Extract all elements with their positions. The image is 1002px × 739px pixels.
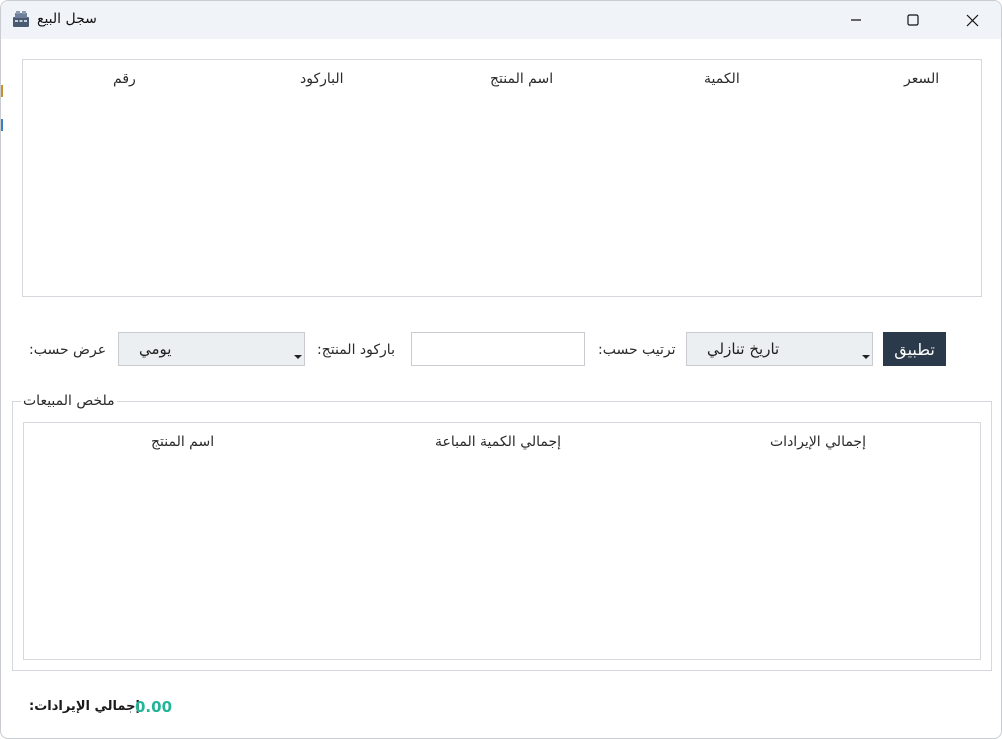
summary-table[interactable]: اسم المنتج إجمالي الكمية المباعة إجمالي …: [23, 422, 981, 660]
close-icon: [966, 14, 978, 26]
sales-table[interactable]: رقم الباركود اسم المنتج الكمية السعر: [22, 59, 982, 297]
column-header-product-name[interactable]: اسم المنتج: [490, 71, 553, 87]
barcode-input[interactable]: [411, 332, 585, 366]
column-header-number[interactable]: رقم: [113, 71, 136, 87]
sort-by-value: تاريخ تنازلي: [707, 340, 780, 358]
sort-by-dropdown[interactable]: تاريخ تنازلي: [686, 332, 873, 366]
close-button[interactable]: [949, 1, 995, 39]
maximize-icon: [907, 14, 919, 26]
app-icon: [13, 11, 29, 27]
column-header-total-revenue[interactable]: إجمالي الإيرادات: [770, 434, 866, 450]
minimize-icon: [851, 19, 861, 21]
apply-button[interactable]: تطبيق: [883, 332, 946, 366]
edge-mark-blue: [1, 119, 3, 131]
column-header-product-name[interactable]: اسم المنتج: [151, 434, 214, 450]
column-header-price[interactable]: السعر: [904, 71, 939, 87]
column-header-barcode[interactable]: الباركود: [300, 71, 344, 87]
sales-summary-title: ملخص المبيعات: [21, 393, 117, 409]
dropdown-arrow-icon: [294, 355, 302, 359]
total-revenue-label: :إجمالي الإيرادات: [29, 699, 140, 714]
total-revenue-value: 0.00: [135, 698, 173, 716]
view-by-value: يومي: [139, 340, 172, 358]
minimize-button[interactable]: [833, 1, 879, 39]
view-by-dropdown[interactable]: يومي: [118, 332, 305, 366]
sales-log-window: سجل البيع رقم الباركود اسم المنتج الكمية…: [0, 0, 1002, 739]
title-bar[interactable]: سجل البيع: [1, 1, 1001, 39]
column-header-total-quantity-sold[interactable]: إجمالي الكمية المباعة: [435, 434, 561, 450]
edge-mark-orange: [1, 85, 3, 97]
maximize-button[interactable]: [890, 1, 936, 39]
sort-by-label: :ترتيب حسب: [598, 342, 676, 358]
window-title: سجل البيع: [37, 11, 97, 27]
barcode-label: :باركود المنتج: [317, 342, 395, 358]
dropdown-arrow-icon: [862, 355, 870, 359]
view-by-label: :عرض حسب: [29, 342, 107, 358]
column-header-quantity[interactable]: الكمية: [704, 71, 740, 87]
